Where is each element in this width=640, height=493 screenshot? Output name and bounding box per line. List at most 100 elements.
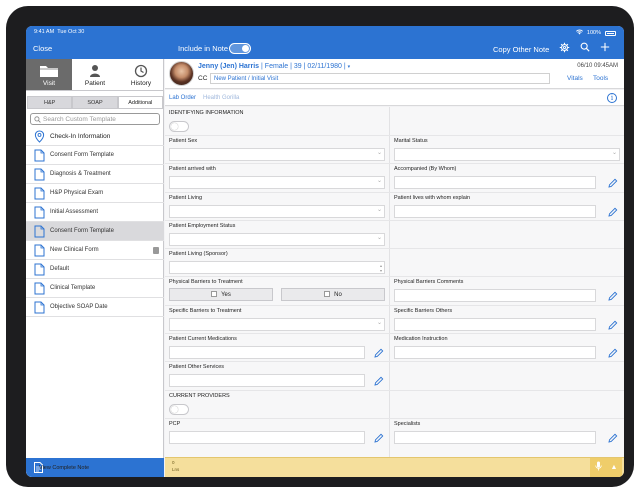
toggle-knob — [242, 45, 249, 52]
pencil-icon[interactable] — [608, 178, 618, 188]
status-bar: 9:41 AM Tue Oct 30 100% — [26, 29, 624, 37]
chevron-down-icon: ▾ — [347, 64, 351, 70]
search-template-input[interactable]: Search Custom Template — [30, 113, 160, 125]
divider — [165, 305, 624, 306]
template-item-diagnosis-treatment[interactable]: Diagnosis & Treatment — [26, 165, 164, 184]
patient-other-services-label: Patient Other Services — [169, 364, 225, 370]
tab-history-label: History — [130, 80, 152, 87]
mode-tabs: Visit Patient History — [26, 59, 164, 91]
pencil-icon[interactable] — [374, 433, 384, 443]
template-item-label: Consent Form Template — [50, 152, 114, 158]
divider — [165, 248, 624, 249]
identifying-information-heading: IDENTIFYING INFORMATION — [169, 110, 244, 116]
document-icon — [34, 301, 45, 313]
gear-icon[interactable] — [558, 42, 570, 54]
template-item-default[interactable]: Default — [26, 260, 164, 279]
marital-status-label: Marital Status — [394, 138, 428, 144]
template-item-consent-form-selected[interactable]: Consent Form Template — [26, 222, 164, 241]
top-nav-bar: 9:41 AM Tue Oct 30 100% Close Include in… — [26, 26, 624, 59]
left-panel: Visit Patient History H&P SOAP Additiona… — [26, 59, 164, 477]
marital-status-select[interactable] — [394, 148, 620, 161]
tab-patient[interactable]: Patient — [72, 59, 118, 90]
template-item-hp-physical-exam[interactable]: H&P Physical Exam — [26, 184, 164, 203]
physical-barriers-no-option[interactable]: No — [281, 288, 385, 301]
template-item-label: Consent Form Template — [50, 228, 114, 234]
template-item-initial-assessment[interactable]: Initial Assessment — [26, 203, 164, 222]
physical-barriers-yes-option[interactable]: Yes — [169, 288, 273, 301]
health-gorilla-link[interactable]: Health Gorilla — [203, 95, 239, 101]
specific-barriers-select[interactable] — [169, 318, 385, 331]
collapse-up-icon[interactable]: ▲ — [606, 458, 622, 477]
tab-patient-label: Patient — [84, 80, 106, 87]
chief-complaint-field[interactable]: New Patient / Initial Visit — [210, 73, 550, 84]
patient-current-medications-label: Patient Current Medications — [169, 336, 237, 342]
person-icon — [90, 65, 100, 77]
pencil-icon[interactable] — [608, 320, 618, 330]
view-complete-note-button[interactable]: View Complete Note — [26, 458, 164, 477]
visit-datetime: 06/10 09:45AM — [577, 63, 618, 69]
specific-barriers-others-label: Specific Barriers Others — [394, 308, 453, 314]
microphone-icon[interactable] — [590, 458, 606, 477]
physical-barriers-comments-field[interactable] — [394, 289, 596, 302]
divider — [165, 163, 624, 164]
specialists-field[interactable] — [394, 431, 596, 444]
pencil-icon[interactable] — [374, 376, 384, 386]
patient-living-sponsor-stepper[interactable] — [169, 261, 385, 274]
patient-living-label: Patient Living — [169, 195, 203, 201]
status-time: 9:41 AM Tue Oct 30 — [34, 29, 85, 35]
copy-other-note-button[interactable]: Copy Other Note — [493, 45, 549, 54]
tab-soap[interactable]: SOAP — [72, 96, 118, 109]
current-providers-heading: CURRENT PROVIDERS — [169, 393, 230, 399]
specific-barriers-label: Specific Barriers to Treatment — [169, 308, 242, 314]
specific-barriers-others-field[interactable] — [394, 318, 596, 331]
identifying-information-toggle[interactable] — [169, 121, 189, 132]
template-item-label: Check-In Information — [50, 132, 111, 140]
tab-hp[interactable]: H&P — [27, 96, 73, 109]
template-item-new-clinical-form[interactable]: New Clinical Form — [26, 241, 164, 260]
info-icon[interactable]: i — [607, 93, 617, 103]
template-item-label: Objective SOAP Date — [50, 304, 108, 310]
patient-lives-with-field[interactable] — [394, 205, 596, 218]
plus-icon[interactable] — [599, 42, 611, 54]
patient-arrived-with-select[interactable] — [169, 176, 385, 189]
divider — [165, 220, 624, 221]
lab-order-bar: Lab Order Health Gorilla i — [165, 90, 624, 106]
template-item-label: Clinical Template — [50, 285, 96, 291]
yes-label: Yes — [221, 292, 231, 298]
pencil-icon[interactable] — [608, 433, 618, 443]
pencil-icon[interactable] — [374, 348, 384, 358]
patient-employment-status-select[interactable] — [169, 233, 385, 246]
template-item-objective-soap-date[interactable]: Objective SOAP Date — [26, 298, 164, 317]
medication-instruction-field[interactable] — [394, 346, 596, 359]
vitals-link[interactable]: Vitals — [567, 75, 583, 82]
medication-instruction-label: Medication Instruction — [394, 336, 448, 342]
search-icon[interactable] — [579, 42, 591, 54]
include-in-note-toggle[interactable] — [229, 43, 251, 54]
lab-order-link[interactable]: Lab Order — [169, 95, 196, 101]
accompanied-by-label: Accompanied (By Whom) — [394, 166, 457, 172]
template-item-clinical-template[interactable]: Clinical Template — [26, 279, 164, 298]
wifi-icon — [575, 29, 583, 37]
patient-living-select[interactable] — [169, 205, 385, 218]
tab-history[interactable]: History — [118, 59, 164, 90]
divider — [165, 276, 624, 277]
patient-other-services-field[interactable] — [169, 374, 365, 387]
pencil-icon[interactable] — [608, 348, 618, 358]
pencil-icon[interactable] — [608, 207, 618, 217]
patient-current-medications-field[interactable] — [169, 346, 365, 359]
tools-link[interactable]: Tools — [593, 75, 608, 82]
pencil-icon[interactable] — [608, 291, 618, 301]
template-item-consent-form[interactable]: Consent Form Template — [26, 146, 164, 165]
note-badge-icon — [153, 247, 159, 254]
current-providers-toggle[interactable] — [169, 404, 189, 415]
ipad-frame: 9:41 AM Tue Oct 30 100% Close Include in… — [6, 6, 634, 487]
accompanied-by-field[interactable] — [394, 176, 596, 189]
pcp-field[interactable] — [169, 431, 365, 444]
template-item-check-in[interactable]: Check-In Information — [26, 127, 164, 146]
template-item-label: Default — [50, 266, 70, 272]
patient-name-line[interactable]: Jenny (Jen) Harris | Female | 39 | 02/11… — [198, 63, 350, 70]
tab-visit[interactable]: Visit — [26, 59, 72, 90]
patient-sex-select[interactable] — [169, 148, 385, 161]
close-button[interactable]: Close — [33, 44, 52, 53]
tab-additional[interactable]: Additional — [117, 96, 163, 109]
